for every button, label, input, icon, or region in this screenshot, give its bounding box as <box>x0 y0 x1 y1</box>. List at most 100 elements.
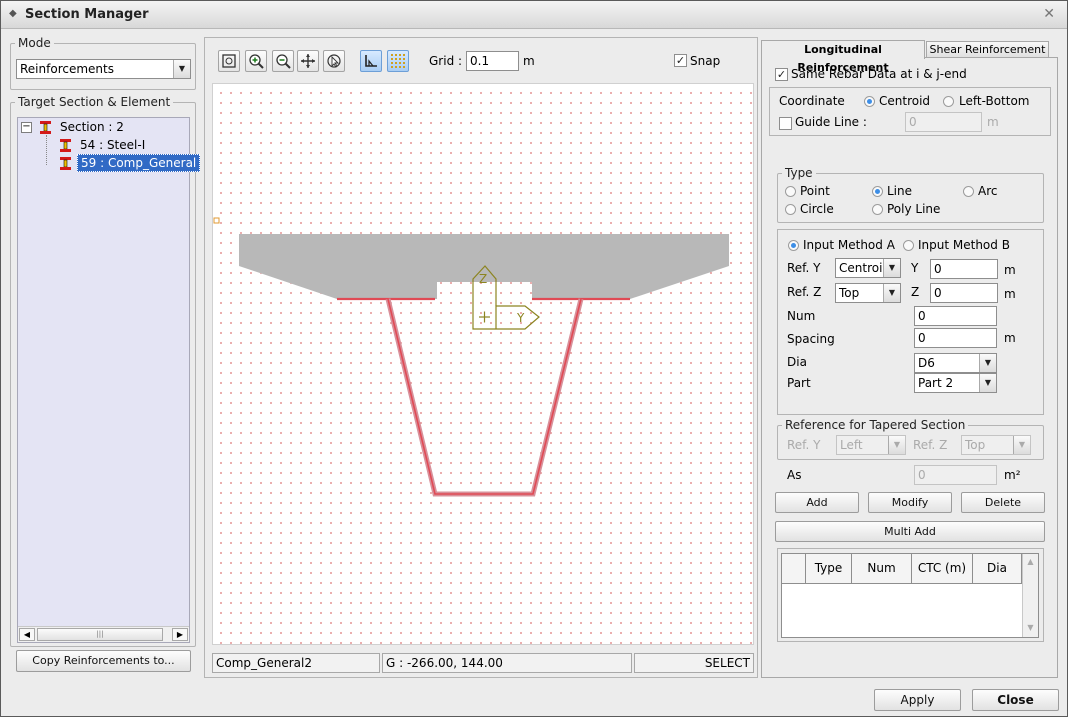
tree-hscrollbar[interactable]: ◀ ||| ▶ <box>18 626 189 642</box>
multi-add-button[interactable]: Multi Add <box>775 521 1045 542</box>
ref-y-select[interactable]: Centroid ▼ <box>835 258 901 278</box>
col-ctc[interactable]: CTC (m) <box>912 554 973 584</box>
input-method-group <box>777 229 1044 415</box>
zoom-out-button[interactable] <box>272 50 294 72</box>
tapered-reference-label: Reference for Tapered Section <box>785 418 966 432</box>
close-icon[interactable]: ✕ <box>1043 6 1055 22</box>
type-arc-label: Arc <box>978 184 998 198</box>
delete-button[interactable]: Delete <box>961 492 1045 513</box>
taper-ref-y-select[interactable]: Left ▼ <box>836 435 906 455</box>
col-type[interactable]: Type <box>806 554 852 584</box>
type-polyline-radio[interactable] <box>872 204 883 215</box>
scroll-left-icon[interactable]: ◀ <box>19 628 35 641</box>
row-header-cell <box>782 554 806 584</box>
table-vscrollbar[interactable]: ▲ ▼ <box>1022 554 1038 637</box>
type-label: Type <box>785 166 813 180</box>
ref-z-select[interactable]: Top ▼ <box>835 283 901 303</box>
coordinate-label: Coordinate <box>779 94 845 108</box>
copy-reinforcements-button[interactable]: Copy Reinforcements to... <box>16 650 191 672</box>
girder-outline <box>385 298 584 497</box>
num-input[interactable]: 0 <box>914 306 997 326</box>
show-grid-button[interactable] <box>387 50 409 72</box>
snap-checkbox[interactable]: ✓ <box>674 54 687 67</box>
apply-button[interactable]: Apply <box>874 689 961 711</box>
add-button[interactable]: Add <box>775 492 859 513</box>
axis-y-label: Y <box>516 311 525 325</box>
anchor-point <box>213 217 220 224</box>
mode-label: Mode <box>18 36 51 50</box>
scroll-thumb[interactable]: ||| <box>37 628 163 641</box>
type-polyline-label: Poly Line <box>887 202 941 216</box>
taper-ref-z-value: Top <box>965 438 986 452</box>
tree-item-section[interactable]: Section : 2 <box>60 120 124 134</box>
mode-select[interactable]: Reinforcements ▼ <box>16 59 191 79</box>
z-input[interactable]: 0 <box>930 283 998 303</box>
ref-z-value: Top <box>839 286 860 300</box>
close-button[interactable]: Close <box>972 689 1059 711</box>
rebar-table-header: Type Num CTC (m) Dia <box>782 554 1022 584</box>
chevron-down-icon: ▼ <box>173 60 190 78</box>
spacing-input[interactable]: 0 <box>914 328 997 348</box>
tree-line <box>46 135 47 165</box>
scroll-up-icon[interactable]: ▲ <box>1024 555 1037 569</box>
same-rebar-label: Same Rebar Data at i & j-end <box>791 67 967 81</box>
ref-z-label: Ref. Z <box>787 285 822 299</box>
section-drawing: Z Y <box>213 217 729 497</box>
target-label: Target Section & Element <box>18 95 171 109</box>
type-point-radio[interactable] <box>785 186 796 197</box>
type-arc-radio[interactable] <box>963 186 974 197</box>
guide-line-checkbox[interactable] <box>779 117 792 130</box>
num-label: Num <box>787 309 816 323</box>
chevron-down-icon: ▼ <box>883 284 900 302</box>
rebar-table[interactable]: Type Num CTC (m) Dia ▲ ▼ <box>781 553 1039 638</box>
scroll-down-icon[interactable]: ▼ <box>1024 621 1037 635</box>
window-menu-icon[interactable]: ◆ <box>9 8 17 19</box>
grid-icon <box>391 54 405 68</box>
z-label: Z <box>911 285 920 299</box>
tree-item-element-54[interactable]: 54 : Steel-I <box>80 138 145 152</box>
grid-label: Grid : <box>429 54 463 68</box>
method-a-radio[interactable] <box>788 240 799 251</box>
section-canvas[interactable]: Z Y <box>212 83 754 645</box>
taper-ref-y-label: Ref. Y <box>787 438 821 452</box>
title-bar: ◆ Section Manager ✕ <box>1 1 1067 29</box>
dia-select[interactable]: D6 ▼ <box>914 353 997 373</box>
col-num[interactable]: Num <box>852 554 912 584</box>
tab-longitudinal[interactable]: Longitudinal Reinforcement <box>761 40 925 74</box>
coord-left-bottom-radio[interactable] <box>943 96 954 107</box>
tree-item-element-59[interactable]: 59 : Comp_General <box>77 154 201 172</box>
chevron-down-icon: ▼ <box>1013 436 1030 454</box>
method-a-label: Input Method A <box>803 238 895 252</box>
ibeam-icon <box>60 139 71 152</box>
type-line-label: Line <box>887 184 913 198</box>
chevron-down-icon: ▼ <box>883 259 900 277</box>
zoom-in-button[interactable] <box>245 50 267 72</box>
part-select[interactable]: Part 2 ▼ <box>914 373 997 393</box>
taper-ref-y-value: Left <box>840 438 863 452</box>
tree-collapse-icon[interactable]: − <box>21 122 32 133</box>
snap-corner-button[interactable] <box>360 50 382 72</box>
ibeam-icon <box>40 121 51 134</box>
tab-shear[interactable]: Shear Reinforcement <box>926 41 1049 58</box>
type-line-radio[interactable] <box>872 186 883 197</box>
col-dia[interactable]: Dia <box>973 554 1022 584</box>
type-circle-label: Circle <box>800 202 834 216</box>
y-label: Y <box>911 261 919 275</box>
mode-value: Reinforcements <box>20 62 114 76</box>
modify-button[interactable]: Modify <box>868 492 952 513</box>
scroll-right-icon[interactable]: ▶ <box>172 628 188 641</box>
pan-button[interactable] <box>297 50 319 72</box>
section-tree[interactable]: − Section : 2 54 : Steel-I 59 : Comp_Gen… <box>17 117 201 643</box>
grid-input[interactable]: 0.1 <box>466 51 519 71</box>
guide-line-input[interactable]: 0 <box>905 112 982 132</box>
select-button[interactable] <box>323 50 345 72</box>
same-rebar-checkbox[interactable]: ✓ <box>775 68 788 81</box>
zoom-fit-button[interactable] <box>218 50 240 72</box>
corner-snap-icon <box>365 55 377 67</box>
type-circle-radio[interactable] <box>785 204 796 215</box>
guide-line-label: Guide Line : <box>795 115 867 129</box>
coord-centroid-radio[interactable] <box>864 96 875 107</box>
method-b-radio[interactable] <box>903 240 914 251</box>
taper-ref-z-select[interactable]: Top ▼ <box>961 435 1031 455</box>
y-input[interactable]: 0 <box>930 259 998 279</box>
